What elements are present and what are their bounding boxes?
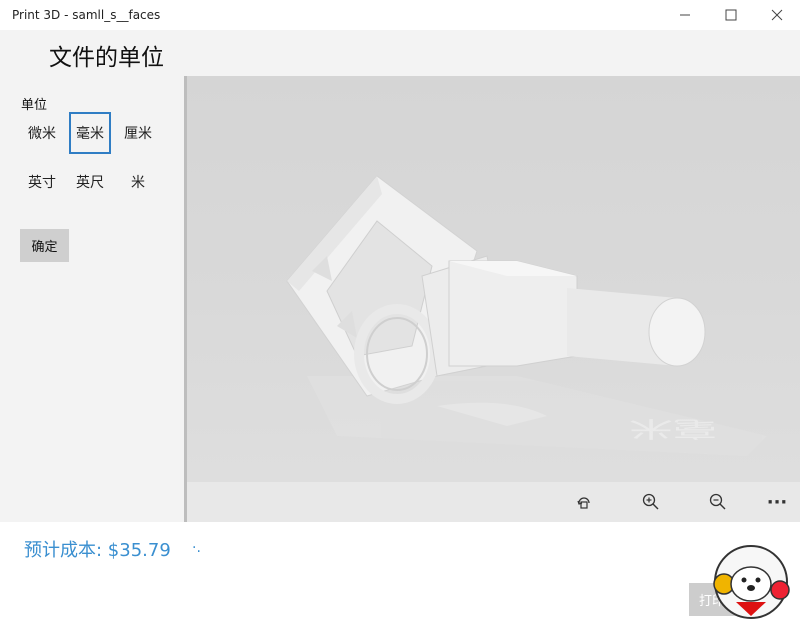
close-icon [771, 9, 783, 21]
close-button[interactable] [754, 0, 800, 30]
minimize-button[interactable] [662, 0, 708, 30]
maximize-icon [725, 9, 737, 21]
unit-label: 单位 [21, 98, 48, 113]
unit-option-label: 英寸 [28, 175, 56, 191]
viewport-toolbar: ··· [187, 482, 800, 522]
unit-option-label: 毫米 [76, 126, 104, 142]
unit-option-label: 微米 [28, 126, 56, 142]
zoom-out-button[interactable] [703, 487, 733, 517]
units-panel: 单位 微米 毫米 厘米 英寸 英尺 米 确定 [0, 76, 184, 522]
3d-viewport[interactable]: 毫米 [187, 76, 800, 482]
title-bar: Print 3D - samll_s__faces [0, 0, 800, 30]
loading-indicator: ·. [192, 540, 201, 556]
page-header: 文件的单位 [0, 30, 800, 76]
unit-option-millimeter[interactable]: 毫米 [69, 112, 111, 154]
footer: 预计成本: $35.79 ·. 打印 [0, 522, 800, 626]
zoom-out-icon [709, 493, 726, 510]
maximize-button[interactable] [708, 0, 754, 30]
estimated-cost: 预计成本: $35.79 [24, 540, 171, 561]
mascot-sticker [713, 545, 790, 619]
zoom-in-button[interactable] [636, 487, 666, 517]
minimize-icon [680, 14, 690, 16]
3d-model-render: 毫米 [286, 175, 767, 456]
page-title: 文件的单位 [49, 45, 164, 71]
window-title: Print 3D - samll_s__faces [12, 8, 161, 22]
unit-option-label: 英尺 [76, 175, 104, 191]
unit-option-label: 米 [131, 175, 145, 191]
rotate-view-button[interactable] [569, 487, 599, 517]
unit-option-label: 厘米 [124, 126, 152, 142]
svg-text:毫米: 毫米 [629, 415, 717, 440]
model-body [286, 175, 706, 404]
unit-option-micrometer[interactable]: 微米 [21, 112, 63, 154]
unit-option-centimeter[interactable]: 厘米 [117, 112, 159, 154]
more-options-button[interactable]: ··· [762, 487, 792, 517]
unit-option-foot[interactable]: 英尺 [69, 161, 111, 203]
zoom-in-icon [642, 493, 659, 510]
rotate-view-icon [577, 497, 590, 509]
unit-option-meter[interactable]: 米 [117, 161, 159, 203]
unit-option-inch[interactable]: 英寸 [21, 161, 63, 203]
confirm-button[interactable]: 确定 [20, 229, 69, 262]
